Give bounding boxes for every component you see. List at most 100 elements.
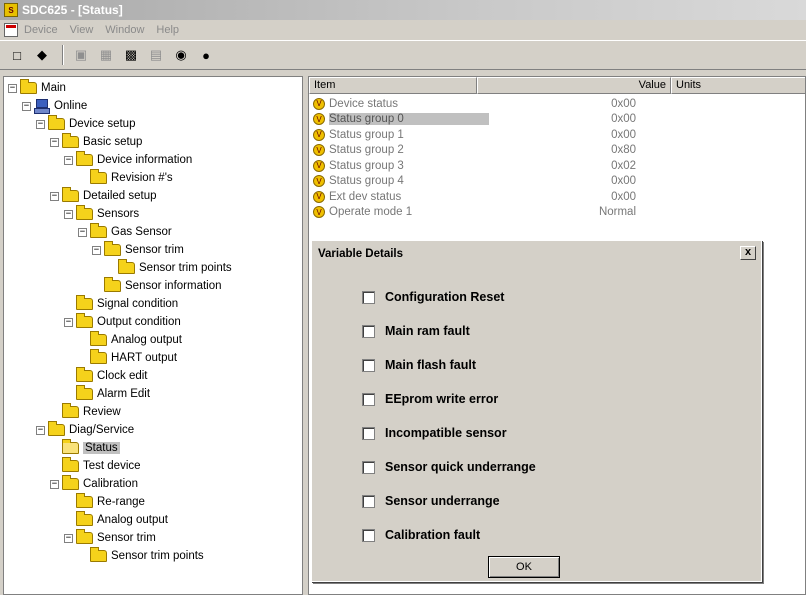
folder-icon xyxy=(76,529,93,544)
collapse-icon[interactable]: − xyxy=(64,209,73,219)
tree-node[interactable]: − Sensors xyxy=(64,205,139,223)
checkbox[interactable] xyxy=(362,358,375,372)
read-icon[interactable]: ▩ xyxy=(120,44,142,66)
list-row[interactable]: V Status group 1 0x00 xyxy=(309,127,636,142)
tree-node[interactable]: Status xyxy=(50,439,120,457)
menu-device[interactable]: Device xyxy=(24,24,58,36)
tree-node[interactable]: − Basic setup xyxy=(50,133,142,151)
column-header-units[interactable]: Units xyxy=(671,77,805,94)
list-row[interactable]: V Status group 0 0x00 xyxy=(309,112,636,127)
tree-node[interactable]: Analog output xyxy=(78,331,182,349)
menu-help[interactable]: Help xyxy=(156,24,179,36)
collapse-icon[interactable]: − xyxy=(92,245,101,255)
tree-node[interactable]: − Main xyxy=(8,79,66,97)
device-tree-pane[interactable]: − Main − Online − Device setup − Basic setup − De… xyxy=(3,76,303,595)
list-row[interactable]: V Status group 4 0x00 xyxy=(309,174,636,189)
tree-node[interactable]: − Online xyxy=(22,97,87,115)
checkbox-row[interactable]: EEprom write error xyxy=(362,391,498,407)
tree-node[interactable]: − Diag/Service xyxy=(36,421,134,439)
tree-node[interactable]: − Gas Sensor xyxy=(78,223,172,241)
collapse-icon[interactable]: − xyxy=(36,425,45,435)
list-row-item: Status group 1 xyxy=(329,128,404,141)
folder-icon xyxy=(76,295,93,310)
menu-window[interactable]: Window xyxy=(105,24,144,36)
menu-view[interactable]: View xyxy=(70,24,94,36)
collapse-icon[interactable]: − xyxy=(50,137,59,147)
tree-node[interactable]: Sensor trim points xyxy=(106,259,232,277)
tree-node[interactable]: − Calibration xyxy=(50,475,138,493)
collapse-icon[interactable]: − xyxy=(64,533,73,543)
ok-button[interactable]: OK xyxy=(488,556,560,578)
write-icon[interactable]: ▤ xyxy=(145,44,167,66)
checkbox[interactable] xyxy=(362,460,375,474)
tree-node-label: Sensor trim points xyxy=(139,262,232,274)
collapse-icon[interactable]: − xyxy=(8,83,17,93)
checkbox[interactable] xyxy=(362,290,375,304)
network-icon[interactable]: ▦ xyxy=(95,44,117,66)
column-header-item[interactable]: Item xyxy=(309,77,477,94)
checkbox[interactable] xyxy=(362,324,375,338)
list-row-item: Status group 2 xyxy=(329,144,404,156)
checkbox-row[interactable]: Calibration fault xyxy=(362,527,480,543)
tree-node-label: Analog output xyxy=(97,514,168,526)
collapse-icon[interactable]: − xyxy=(78,227,87,237)
tree-node-label: Sensor trim xyxy=(125,244,184,256)
list-row[interactable]: V Operate mode 1 Normal xyxy=(309,205,636,220)
tree-node[interactable]: − Sensor trim xyxy=(92,241,184,259)
help-icon[interactable]: ◆ xyxy=(31,44,53,66)
column-header-value[interactable]: Value xyxy=(477,77,671,94)
new-icon[interactable]: □ xyxy=(6,44,28,66)
checkbox[interactable] xyxy=(362,426,375,440)
tree-node[interactable]: − Device information xyxy=(64,151,192,169)
collapse-icon[interactable]: − xyxy=(64,155,73,165)
list-row[interactable]: V Ext dev status 0x00 xyxy=(309,189,636,204)
folder-open-icon xyxy=(62,439,79,454)
checkbox-row[interactable]: Sensor underrange xyxy=(362,493,500,509)
tree-node-label: Sensor trim points xyxy=(111,550,204,562)
tree-node[interactable]: − Sensor trim xyxy=(64,529,156,547)
variable-icon: V xyxy=(313,128,325,141)
tree-node[interactable]: Signal condition xyxy=(64,295,178,313)
document-icon[interactable] xyxy=(4,23,18,37)
close-icon[interactable]: x xyxy=(740,246,756,260)
checkbox[interactable] xyxy=(362,528,375,542)
tree-node[interactable]: Test device xyxy=(50,457,141,475)
tree-node[interactable]: Analog output xyxy=(64,511,168,529)
tree-node-label: Gas Sensor xyxy=(111,226,172,238)
tree-node[interactable]: HART output xyxy=(78,349,177,367)
collapse-icon[interactable]: − xyxy=(22,101,31,111)
list-row[interactable]: V Device status 0x00 xyxy=(309,96,636,111)
collapse-icon[interactable]: − xyxy=(50,191,59,201)
checkbox[interactable] xyxy=(362,392,375,406)
folder-icon xyxy=(76,205,93,220)
checkbox-row[interactable]: Main flash fault xyxy=(362,357,476,373)
stop-icon[interactable]: ● xyxy=(195,44,217,66)
collapse-icon[interactable]: − xyxy=(50,479,59,489)
device-icon[interactable]: ▣ xyxy=(70,44,92,66)
tree-node[interactable]: Sensor information xyxy=(92,277,222,295)
tree-node-label: Alarm Edit xyxy=(97,388,151,400)
tree-node[interactable]: Clock edit xyxy=(64,367,148,385)
checkbox-row[interactable]: Incompatible sensor xyxy=(362,425,507,441)
checkbox-row[interactable]: Main ram fault xyxy=(362,323,470,339)
variable-icon: V xyxy=(313,113,325,125)
checkbox-row[interactable]: Configuration Reset xyxy=(362,289,504,305)
tree-node[interactable]: Revision #'s xyxy=(78,169,173,187)
folder-icon xyxy=(90,169,107,184)
tree-node[interactable]: Re-range xyxy=(64,493,145,511)
tree-node[interactable]: Alarm Edit xyxy=(64,385,150,403)
tree-node[interactable]: − Output condition xyxy=(64,313,181,331)
checkbox-row[interactable]: Sensor quick underrange xyxy=(362,459,536,475)
refresh-icon[interactable]: ◉ xyxy=(170,44,192,66)
tree-node[interactable]: Sensor trim points xyxy=(78,547,204,565)
collapse-icon[interactable]: − xyxy=(36,119,45,129)
tree-node-label: Revision #'s xyxy=(111,172,173,184)
list-row[interactable]: V Status group 3 0x02 xyxy=(309,158,636,173)
list-row[interactable]: V Status group 2 0x80 xyxy=(309,143,636,158)
folder-icon xyxy=(62,475,79,490)
collapse-icon[interactable]: − xyxy=(64,317,73,327)
tree-node[interactable]: − Detailed setup xyxy=(50,187,157,205)
checkbox[interactable] xyxy=(362,494,375,508)
tree-node[interactable]: Review xyxy=(50,403,121,421)
tree-node[interactable]: − Device setup xyxy=(36,115,135,133)
